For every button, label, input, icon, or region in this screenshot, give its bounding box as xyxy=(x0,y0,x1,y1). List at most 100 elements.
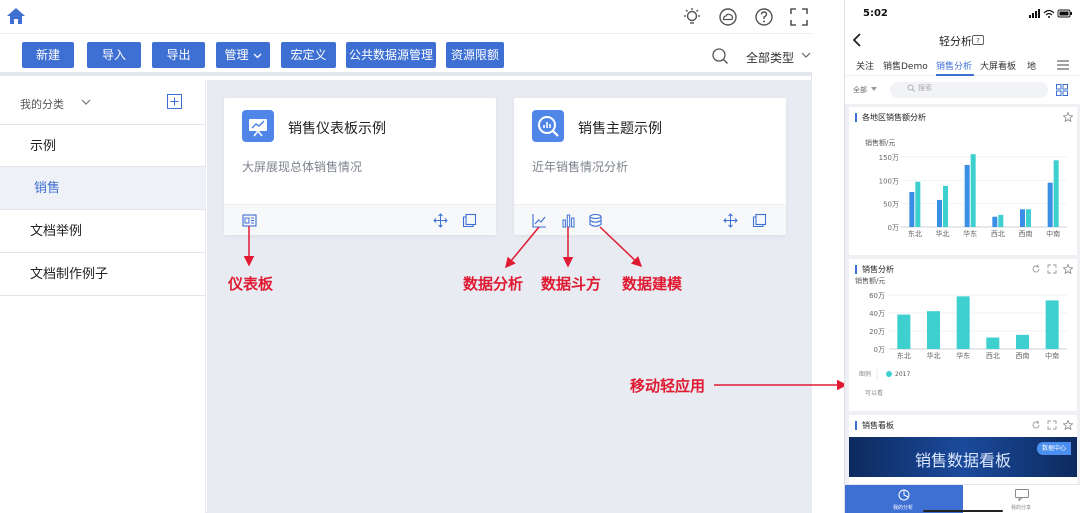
bar xyxy=(1053,160,1059,227)
annotation-dashboard: 仪表板 xyxy=(228,275,274,293)
copy-icon[interactable] xyxy=(462,213,477,228)
mobile-nav-bar: 轻分析 ? xyxy=(845,28,1080,52)
search-placeholder: 搜索 xyxy=(918,84,932,92)
card-title[interactable]: 销售仪表板示例 xyxy=(288,118,386,138)
screenshot-root: 新建 导入 导出 管理 宏定义 公共数据源管理 资源限额 全部类型 我的分类 示… xyxy=(0,0,1080,513)
search-icon[interactable] xyxy=(711,47,729,65)
grid-view-icon[interactable] xyxy=(1056,84,1068,96)
annotation-data-analysis: 数据分析 xyxy=(463,275,524,293)
copy-icon[interactable] xyxy=(752,213,767,228)
mobile-content: 各地区销售额分析 销售额/元 0万 50万 100万 150万 东北 华北 华东 西北 西南 中南 … xyxy=(845,104,1080,484)
import-button[interactable]: 导入 xyxy=(87,42,141,68)
legend-item: 2017 xyxy=(895,371,910,378)
sales-board-card[interactable]: 销售看板 销售数据看板 数据中心 xyxy=(849,415,1077,484)
x-tick-label: 中南 xyxy=(1046,229,1060,238)
public-datasource-button[interactable]: 公共数据源管理 xyxy=(346,42,436,68)
tab-follow[interactable]: 关注 xyxy=(856,59,874,72)
chart-footer: 可以看 xyxy=(865,389,883,397)
resource-quota-button[interactable]: 资源限额 xyxy=(446,42,504,68)
menu-icon[interactable] xyxy=(1057,60,1069,70)
card-footer xyxy=(224,204,496,235)
chevron-down-icon[interactable] xyxy=(800,49,812,61)
toolbar: 新建 导入 导出 管理 宏定义 公共数据源管理 资源限额 xyxy=(0,34,812,76)
bar xyxy=(1016,334,1029,349)
y-tick-label: 0万 xyxy=(874,346,885,354)
home-indicator xyxy=(923,510,1003,512)
analysis-card[interactable]: 销售主题示例 近年销售情况分析 xyxy=(514,98,786,235)
filter-all-select[interactable]: 全部 xyxy=(853,85,867,95)
sidebar-item-doc-examples[interactable]: 文档举例 xyxy=(0,210,206,253)
bar xyxy=(937,199,942,227)
refresh-icon[interactable] xyxy=(1031,420,1041,430)
line-chart-icon[interactable] xyxy=(532,213,547,228)
fullscreen-icon[interactable] xyxy=(788,6,810,28)
annotation-data-model: 数据建模 xyxy=(622,275,683,293)
bar xyxy=(943,185,948,227)
card-title[interactable]: 销售主题示例 xyxy=(578,118,662,138)
type-filter-select[interactable]: 全部类型 xyxy=(746,49,794,66)
y-tick-label: 60万 xyxy=(869,292,885,300)
y-tick-label: 40万 xyxy=(869,310,885,318)
info-icon[interactable]: ? xyxy=(972,35,984,45)
dashboard-type-icon[interactable] xyxy=(242,213,257,228)
tab-sales-analysis[interactable]: 销售分析 xyxy=(936,59,972,72)
add-category-icon[interactable] xyxy=(167,94,182,109)
macro-define-button[interactable]: 宏定义 xyxy=(281,42,336,68)
y-tick-label: 0万 xyxy=(888,224,899,232)
dashboard-card[interactable]: 销售仪表板示例 大屏展现总体销售情况 xyxy=(224,98,496,235)
tab-sales-demo[interactable]: 销售Demo xyxy=(883,59,928,72)
search-icon xyxy=(907,84,915,92)
x-tick-label: 东北 xyxy=(908,229,922,238)
analysis-icon xyxy=(532,110,564,142)
chevron-down-icon[interactable] xyxy=(871,87,877,92)
chart-card-region-sales[interactable]: 各地区销售额分析 销售额/元 0万 50万 100万 150万 东北 华北 华东 西北 西南 中南 xyxy=(849,107,1077,255)
database-icon[interactable] xyxy=(588,213,603,228)
export-button[interactable]: 导出 xyxy=(152,42,205,68)
sidebar-item-doc-making[interactable]: 文档制作例子 xyxy=(0,253,206,296)
legend-title: 图例 xyxy=(859,370,871,378)
tab-my-share[interactable]: 我的分享 xyxy=(963,485,1080,513)
chevron-down-icon[interactable] xyxy=(80,96,92,108)
card-description: 大屏展现总体销售情况 xyxy=(242,160,363,174)
home-icon[interactable] xyxy=(6,6,26,26)
tab-my-analysis[interactable]: 我的分析 xyxy=(845,485,963,513)
share-tab-icon xyxy=(1015,489,1029,501)
move-icon[interactable] xyxy=(433,213,448,228)
bar xyxy=(998,214,1004,227)
back-arrow-icon[interactable] xyxy=(851,33,863,47)
desktop-app-window: 新建 导入 导出 管理 宏定义 公共数据源管理 资源限额 全部类型 我的分类 示… xyxy=(0,0,812,513)
move-icon[interactable] xyxy=(723,213,738,228)
tab-big-screen[interactable]: 大屏看板 xyxy=(980,59,1016,72)
bar-chart-sales-analysis: 销售额/元 0万 20万 40万 60万东北 华北 华东 西北 西南 中南图例 2017 可以看 xyxy=(855,276,1067,397)
x-tick-label: 华北 xyxy=(927,351,941,360)
data-center-badge[interactable]: 数据中心 xyxy=(1037,442,1072,455)
tab-map[interactable]: 地 xyxy=(1027,59,1036,72)
mobile-filter-bar: 全部 搜索 xyxy=(845,80,1080,102)
help-icon[interactable] xyxy=(753,6,775,28)
expand-icon[interactable] xyxy=(1047,420,1057,430)
bar-chart-region-sales: 销售额/元 0万 50万 100万 150万东北 华北 华东 西北 西南 中南 xyxy=(865,138,1067,238)
sidebar-item-examples[interactable]: 示例 xyxy=(0,124,206,167)
bar xyxy=(915,181,921,227)
x-tick-label: 西南 xyxy=(1016,351,1030,360)
x-tick-label: 中南 xyxy=(1045,351,1059,360)
board-title: 销售看板 xyxy=(855,421,894,430)
x-tick-label: 西北 xyxy=(991,230,1005,238)
sidebar-title[interactable]: 我的分类 xyxy=(20,96,64,112)
star-icon[interactable] xyxy=(1063,420,1073,430)
chart-title: 各地区销售额分析 xyxy=(855,113,926,122)
chart-card-sales-analysis[interactable]: 销售分析 销售额/元 0万 20万 40万 60万 东北 华北 华东 西北 西南 中南 图例 2017 可… xyxy=(849,259,1077,411)
sidebar-item-sales[interactable]: 销售 xyxy=(0,167,206,210)
bulb-icon[interactable] xyxy=(681,6,703,28)
bar-chart-icon[interactable] xyxy=(561,213,576,228)
manage-dropdown-button[interactable]: 管理 xyxy=(216,42,270,68)
status-bar: 5:02 xyxy=(845,0,1080,26)
x-tick-label: 华东 xyxy=(956,351,970,360)
star-icon[interactable] xyxy=(1063,112,1073,122)
clock-time: 5:02 xyxy=(863,8,888,19)
x-tick-label: 东北 xyxy=(897,351,911,360)
y-tick-label: 150万 xyxy=(879,154,899,162)
bar xyxy=(927,311,940,349)
new-button[interactable]: 新建 xyxy=(22,42,74,68)
cloud-icon[interactable] xyxy=(717,6,739,28)
